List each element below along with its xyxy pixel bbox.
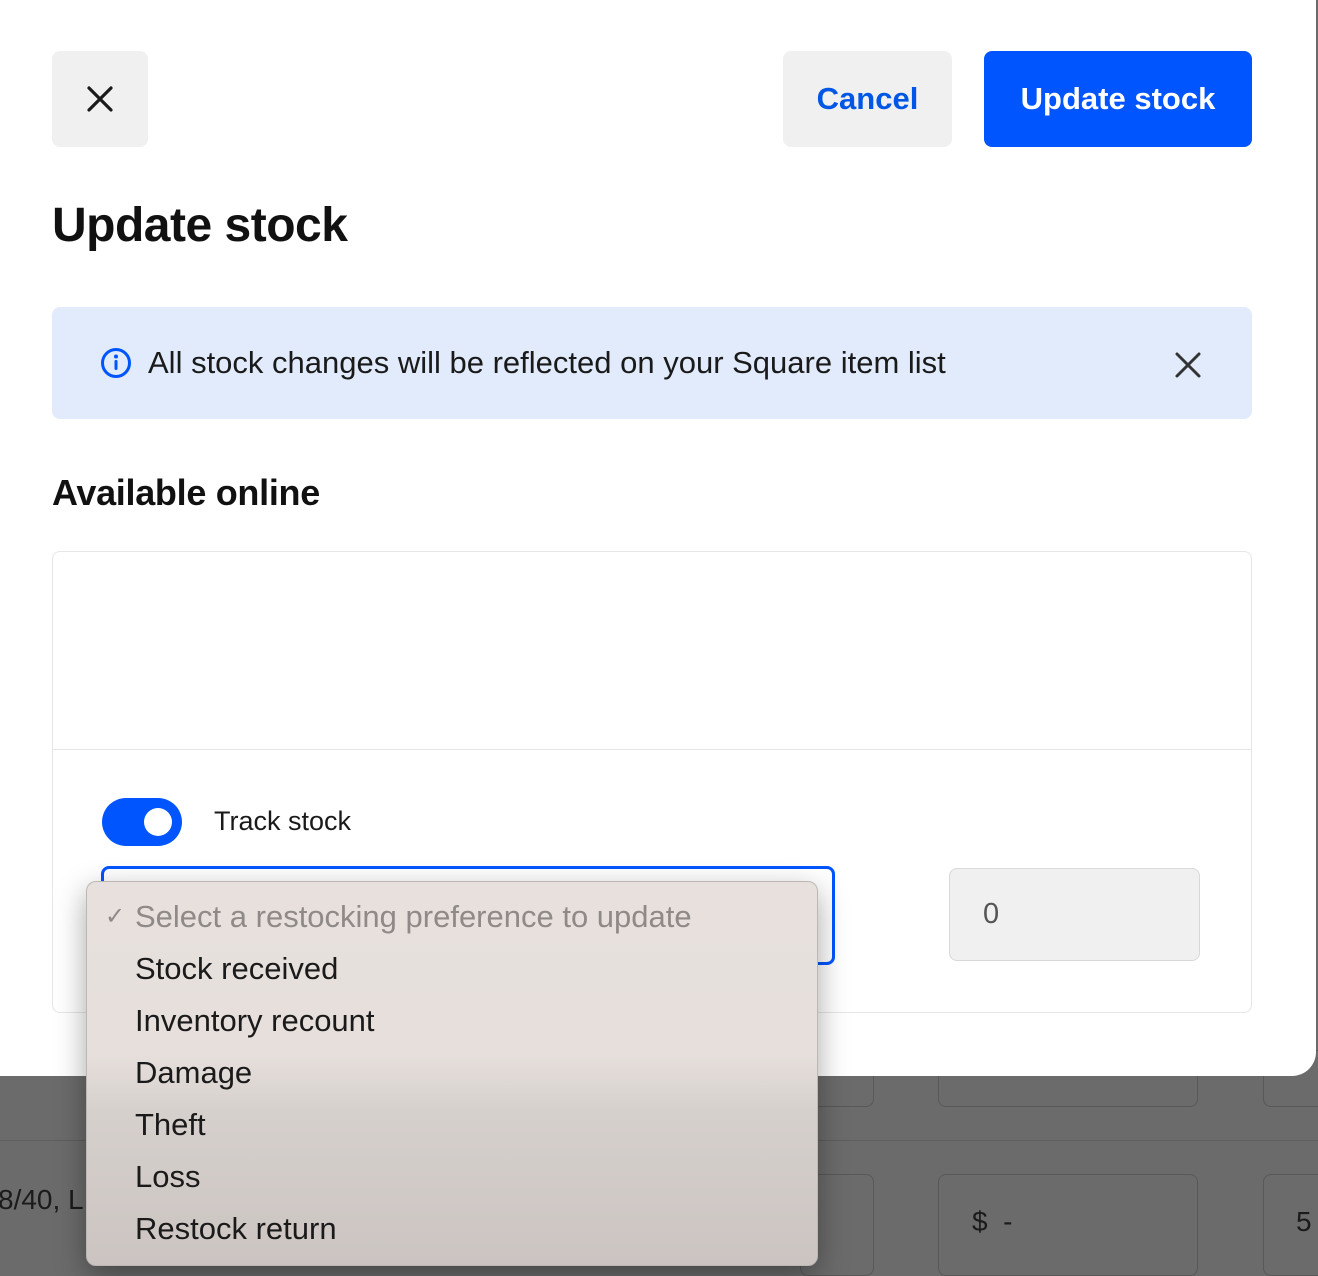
close-button[interactable]	[52, 51, 148, 147]
close-icon	[87, 86, 113, 112]
banner-text: All stock changes will be reflected on y…	[148, 345, 946, 380]
checkmark-icon: ✓	[105, 903, 126, 930]
toggle-knob	[144, 808, 172, 836]
dropdown-option-stock-received[interactable]: Stock received	[135, 951, 338, 987]
section-heading: Available online	[52, 472, 320, 513]
info-icon	[101, 348, 131, 378]
dropdown-option-damage[interactable]: Damage	[135, 1055, 252, 1091]
dropdown-placeholder-option[interactable]: Select a restocking preference to update	[135, 899, 692, 935]
track-stock-label: Track stock	[214, 806, 352, 836]
update-stock-button[interactable]: Update stock	[984, 51, 1252, 147]
dropdown-option-restock-return[interactable]: Restock return	[135, 1211, 337, 1247]
card-divider	[53, 749, 1251, 750]
info-banner: All stock changes will be reflected on y…	[52, 307, 1252, 419]
page-title: Update stock	[52, 199, 348, 252]
quantity-input[interactable]: 0	[949, 868, 1200, 961]
cancel-button[interactable]: Cancel	[783, 51, 952, 147]
bg-edge-text: 5	[1296, 1206, 1312, 1237]
dropdown-option-theft[interactable]: Theft	[135, 1107, 206, 1143]
dropdown-option-loss[interactable]: Loss	[135, 1159, 200, 1195]
banner-close-icon[interactable]	[1174, 351, 1202, 379]
bg-row-text: 8/40, L	[0, 1184, 84, 1215]
track-stock-toggle[interactable]	[102, 798, 182, 846]
bg-price-text: $ -	[972, 1206, 1013, 1237]
dropdown-option-inventory-recount[interactable]: Inventory recount	[135, 1003, 375, 1039]
restocking-dropdown: ✓ Select a restocking preference to upda…	[86, 881, 818, 1266]
